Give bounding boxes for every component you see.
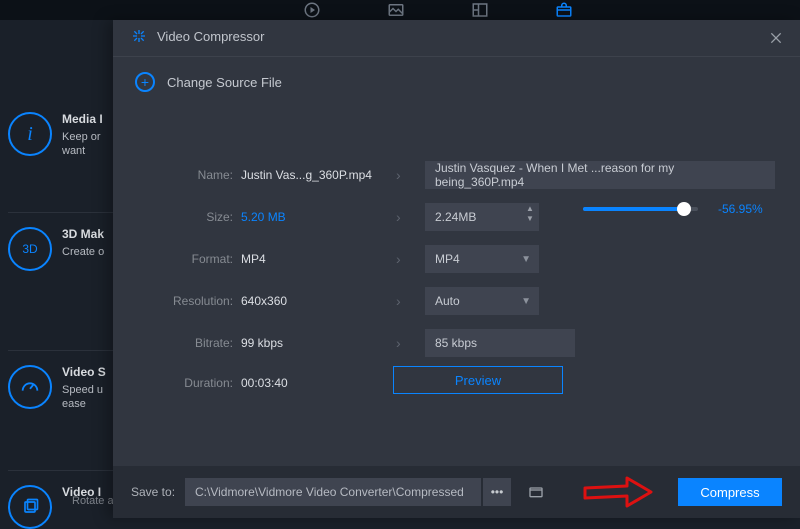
compress-button[interactable]: Compress: [678, 478, 782, 506]
size-slider-group: -56.95%: [583, 202, 763, 216]
modal-title-bar: Video Compressor: [131, 28, 264, 44]
size-slider[interactable]: [583, 207, 698, 211]
top-toolbar: [0, 0, 800, 20]
source-duration: 00:03:40: [241, 376, 288, 390]
source-bitrate: 99 kbps: [241, 336, 283, 350]
change-source-button[interactable]: + Change Source File: [135, 72, 282, 92]
chevron-right-icon: ›: [396, 167, 401, 183]
three-d-icon: 3D: [8, 227, 52, 271]
open-folder-button[interactable]: [521, 478, 551, 506]
row-format: Format: MP4 › MP4▼: [113, 244, 800, 274]
tab-toolbox-icon[interactable]: [552, 0, 576, 20]
label-name: Name:: [173, 168, 233, 182]
spin-up-icon: ▲: [525, 205, 535, 213]
target-bitrate-display: 85 kbps: [425, 329, 575, 357]
tab-layout-icon[interactable]: [468, 0, 492, 20]
sidebar-item-3d[interactable]: 3D 3D MakCreate o: [8, 212, 121, 264]
rotate-icon: [8, 485, 52, 529]
label-duration: Duration:: [173, 376, 233, 390]
sidebar: i Media IKeep or want 3D 3D MakCreate o …: [0, 20, 113, 520]
source-size: 5.20 MB: [241, 210, 286, 224]
label-format: Format:: [173, 252, 233, 266]
row-size: Size: 5.20 MB › 2.24MB ▲▼ -56.95%: [113, 202, 800, 232]
target-format-select[interactable]: MP4▼: [425, 245, 539, 273]
tab-image-icon[interactable]: [384, 0, 408, 20]
label-bitrate: Bitrate:: [173, 336, 233, 350]
sidebar-item-speed[interactable]: Video SSpeed u ease: [8, 350, 121, 402]
chevron-right-icon: ›: [396, 209, 401, 225]
annotation-arrow-icon: [583, 476, 653, 508]
plus-circle-icon: +: [135, 72, 155, 92]
slider-fill: [583, 207, 683, 211]
target-name-input[interactable]: Justin Vasquez - When I Met ...reason fo…: [425, 161, 775, 189]
close-button[interactable]: [768, 30, 786, 48]
row-name: Name: Justin Vas...g_360P.mp4 › Justin V…: [113, 160, 800, 190]
save-to-label: Save to:: [131, 485, 175, 499]
ellipsis-icon: •••: [491, 485, 504, 499]
chevron-right-icon: ›: [396, 293, 401, 309]
label-size: Size:: [173, 210, 233, 224]
tab-play-icon[interactable]: [300, 0, 324, 20]
caret-down-icon: ▼: [521, 254, 531, 265]
source-resolution: 640x360: [241, 294, 287, 308]
source-name: Justin Vas...g_360P.mp4: [241, 168, 372, 182]
modal-title-text: Video Compressor: [157, 29, 264, 44]
compress-icon: [131, 28, 147, 44]
modal-footer: Save to: C:\Vidmore\Vidmore Video Conver…: [113, 466, 800, 518]
row-resolution: Resolution: 640x360 › Auto▼: [113, 286, 800, 316]
speedometer-icon: [8, 365, 52, 409]
sidebar-item-label: 3D MakCreate o: [62, 227, 104, 259]
target-size-stepper[interactable]: 2.24MB ▲▼: [425, 203, 539, 231]
reduction-percent: -56.95%: [718, 202, 763, 216]
chevron-right-icon: ›: [396, 335, 401, 351]
row-bitrate: Bitrate: 99 kbps › 85 kbps: [113, 328, 800, 358]
target-resolution-select[interactable]: Auto▼: [425, 287, 539, 315]
info-icon: i: [8, 112, 52, 156]
spin-down-icon: ▼: [525, 215, 535, 223]
label-resolution: Resolution:: [173, 294, 233, 308]
save-path-field[interactable]: C:\Vidmore\Vidmore Video Converter\Compr…: [185, 478, 481, 506]
divider: [113, 56, 800, 57]
slider-thumb[interactable]: [677, 202, 691, 216]
caret-down-icon: ▼: [521, 296, 531, 307]
chevron-right-icon: ›: [396, 251, 401, 267]
close-icon: [768, 30, 784, 46]
size-spinner[interactable]: ▲▼: [525, 205, 535, 223]
preview-button[interactable]: Preview: [393, 366, 563, 394]
video-compressor-modal: Video Compressor + Change Source File Na…: [113, 20, 800, 518]
sidebar-item-media[interactable]: i Media IKeep or want: [8, 112, 121, 164]
change-source-label: Change Source File: [167, 75, 282, 90]
folder-icon: [526, 484, 546, 500]
browse-path-button[interactable]: •••: [483, 478, 511, 506]
source-format: MP4: [241, 252, 266, 266]
